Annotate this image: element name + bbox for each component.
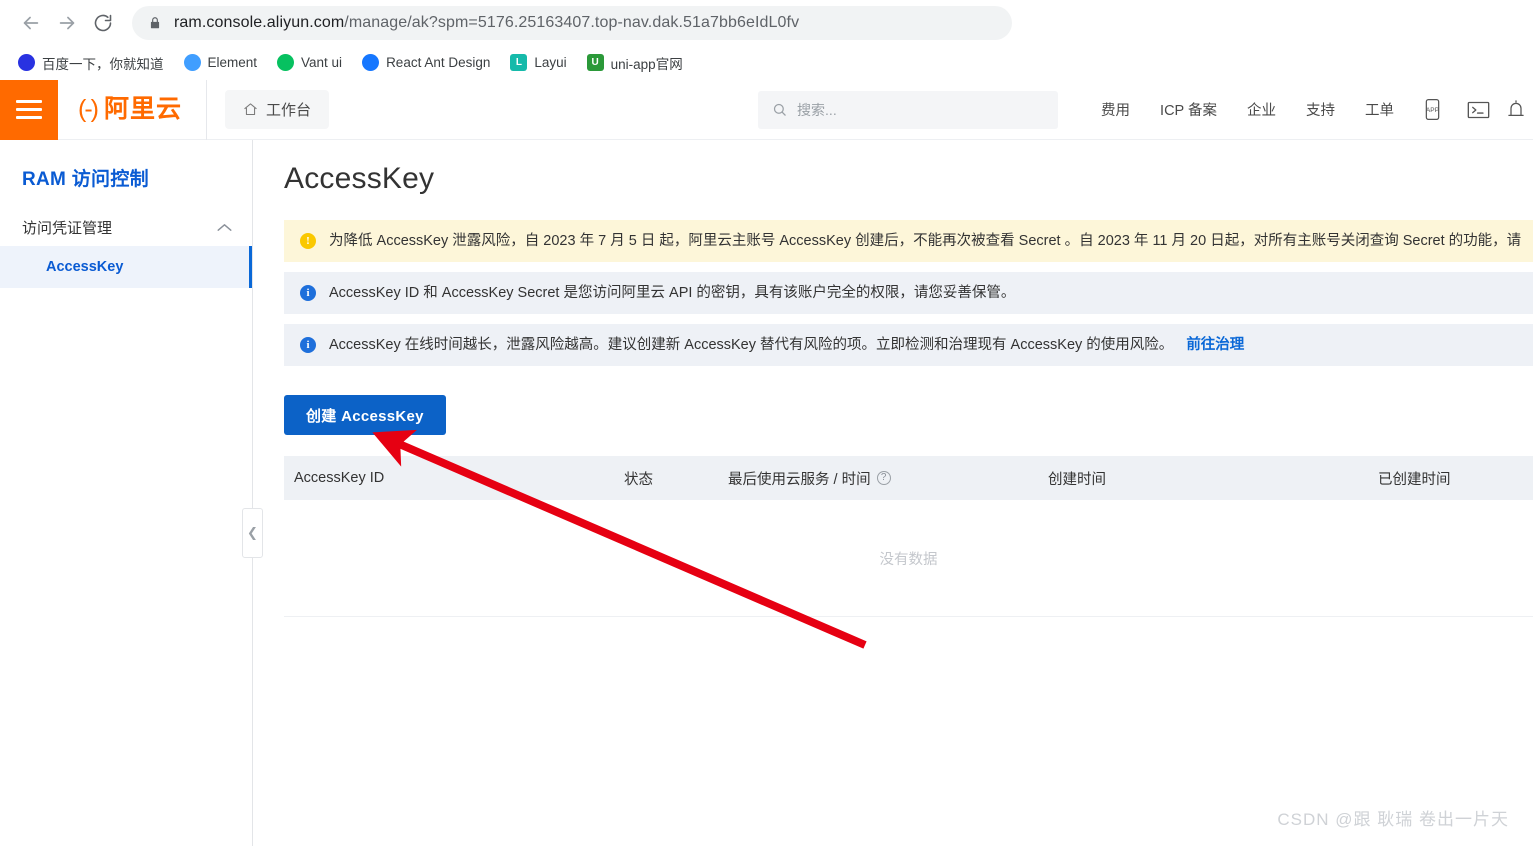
bookmark-label: Layui — [534, 55, 567, 70]
nav-item-support[interactable]: 支持 — [1291, 99, 1350, 120]
create-accesskey-button[interactable]: 创建 AccessKey — [284, 395, 446, 435]
lock-icon — [148, 15, 162, 31]
bookmark-label: Vant ui — [301, 55, 343, 70]
aliyun-logo[interactable]: (-) 阿里云 — [58, 79, 207, 140]
column-header-created-duration: 已创建时间 — [1378, 471, 1451, 488]
bookmarks-bar: 百度一下，你就知道 Element Vant ui React Ant Desi… — [0, 46, 1533, 80]
alert-info-key-rotation: i AccessKey 在线时间越长，泄露风险越高。建议创建新 AccessKe… — [284, 324, 1533, 366]
column-header-last-used-label: 最后使用云服务 / 时间 — [728, 471, 871, 488]
bookmark-label: React Ant Design — [386, 55, 491, 70]
address-bar[interactable]: ram.console.aliyun.com/manage/ak?spm=517… — [132, 6, 1012, 40]
column-header-status: 状态 — [624, 471, 653, 488]
element-icon — [183, 54, 201, 71]
browser-toolbar: ram.console.aliyun.com/manage/ak?spm=517… — [0, 0, 1533, 46]
sidebar-title: RAM 访问控制 — [22, 169, 149, 190]
alert-warning-secret-policy: ! 为降低 AccessKey 泄露风险，自 2023 年 7 月 5 日 起，… — [284, 220, 1533, 262]
bookmark-item[interactable]: U uni-app官网 — [579, 49, 691, 77]
info-icon: i — [300, 285, 316, 301]
bookmark-label: Element — [207, 55, 258, 70]
chevron-up-icon — [217, 221, 232, 234]
nav-item-icp[interactable]: ICP 备案 — [1145, 99, 1232, 120]
app-icon[interactable]: APP — [1409, 80, 1455, 140]
sidebar: RAM 访问控制 访问凭证管理 AccessKey ❮ — [0, 140, 263, 846]
url-text: ram.console.aliyun.com/manage/ak?spm=517… — [174, 14, 799, 32]
terminal-icon[interactable] — [1455, 80, 1501, 140]
search-input[interactable] — [797, 101, 1045, 118]
layui-icon: L — [510, 54, 528, 71]
vant-icon — [277, 54, 295, 71]
nav-item-enterprise[interactable]: 企业 — [1232, 99, 1291, 120]
sidebar-collapse-handle[interactable]: ❮ — [242, 508, 263, 558]
global-search[interactable] — [758, 90, 1059, 129]
help-circle-icon[interactable]: ? — [876, 471, 891, 485]
governance-link[interactable]: 前往治理 — [1186, 334, 1244, 356]
home-icon — [243, 102, 258, 117]
reload-button[interactable] — [86, 6, 120, 40]
info-icon: i — [300, 337, 316, 353]
alert-text: AccessKey 在线时间越长，泄露风险越高。建议创建新 AccessKey … — [329, 337, 1174, 353]
accesskey-table: AccessKey ID 状态 最后使用云服务 / 时间 ? 创建时间 已创建时… — [284, 456, 1533, 617]
alert-text: AccessKey ID 和 AccessKey Secret 是您访问阿里云 … — [329, 285, 1016, 301]
bookmark-label: 百度一下，你就知道 — [42, 56, 164, 72]
main-content: AccessKey ! 为降低 AccessKey 泄露风险，自 2023 年 … — [253, 140, 1533, 846]
bookmark-label: uni-app官网 — [610, 56, 683, 72]
alert-text: 为降低 AccessKey 泄露风险，自 2023 年 7 月 5 日 起，阿里… — [329, 233, 1522, 249]
bookmark-item[interactable]: Vant ui — [269, 50, 350, 75]
bookmark-item[interactable]: Element — [176, 50, 266, 75]
aliyun-logo-mark: (-) — [78, 95, 99, 123]
back-button[interactable] — [14, 6, 48, 40]
table-header-row: AccessKey ID 状态 最后使用云服务 / 时间 ? 创建时间 已创建时… — [284, 456, 1533, 500]
nav-item-ticket[interactable]: 工单 — [1350, 99, 1409, 120]
column-header-create-time: 创建时间 — [1048, 471, 1106, 488]
watermark: CSDN @跟 耿瑞 卷出一片天 — [1277, 810, 1509, 829]
column-header-accesskey-id: AccessKey ID — [294, 470, 385, 486]
url-path: /manage/ak?spm=5176.25163407.top-nav.dak… — [344, 14, 800, 31]
bookmark-item[interactable]: 百度一下，你就知道 — [10, 49, 172, 77]
search-icon — [772, 102, 787, 117]
column-header-last-used: 最后使用云服务 / 时间 ? — [718, 468, 1038, 489]
page-body: RAM 访问控制 访问凭证管理 AccessKey ❮ AccessKey ! … — [0, 140, 1533, 846]
hamburger-menu-icon[interactable] — [0, 79, 58, 140]
alert-info-key-description: i AccessKey ID 和 AccessKey Secret 是您访问阿里… — [284, 272, 1533, 314]
warning-icon: ! — [300, 233, 316, 249]
notification-bell-icon[interactable] — [1501, 80, 1531, 140]
workbench-label: 工作台 — [266, 102, 312, 119]
header-icon-group: APP — [1409, 80, 1533, 140]
aliyun-logo-text: 阿里云 — [103, 95, 182, 123]
workbench-button[interactable]: 工作台 — [225, 90, 330, 129]
sidebar-item-accesskey[interactable]: AccessKey — [0, 246, 252, 288]
sidebar-group-label: 访问凭证管理 — [22, 220, 113, 237]
url-host: ram.console.aliyun.com — [174, 14, 345, 31]
uniapp-icon: U — [586, 54, 604, 71]
bookmark-item[interactable]: React Ant Design — [354, 50, 498, 75]
bookmark-item[interactable]: L Layui — [502, 50, 574, 75]
table-empty-state: 没有数据 — [284, 500, 1533, 617]
baidu-icon — [18, 54, 35, 71]
page-title: AccessKey — [284, 162, 435, 195]
nav-item-fees[interactable]: 费用 — [1086, 99, 1145, 120]
sidebar-group-credentials[interactable]: 访问凭证管理 — [0, 209, 252, 246]
aliyun-header: (-) 阿里云 工作台 费用 ICP 备案 企业 支持 工单 APP — [0, 79, 1533, 140]
header-nav: 费用 ICP 备案 企业 支持 工单 — [1086, 99, 1409, 120]
ant-design-icon — [362, 54, 380, 71]
svg-text:APP: APP — [1425, 107, 1439, 114]
forward-button[interactable] — [50, 6, 84, 40]
